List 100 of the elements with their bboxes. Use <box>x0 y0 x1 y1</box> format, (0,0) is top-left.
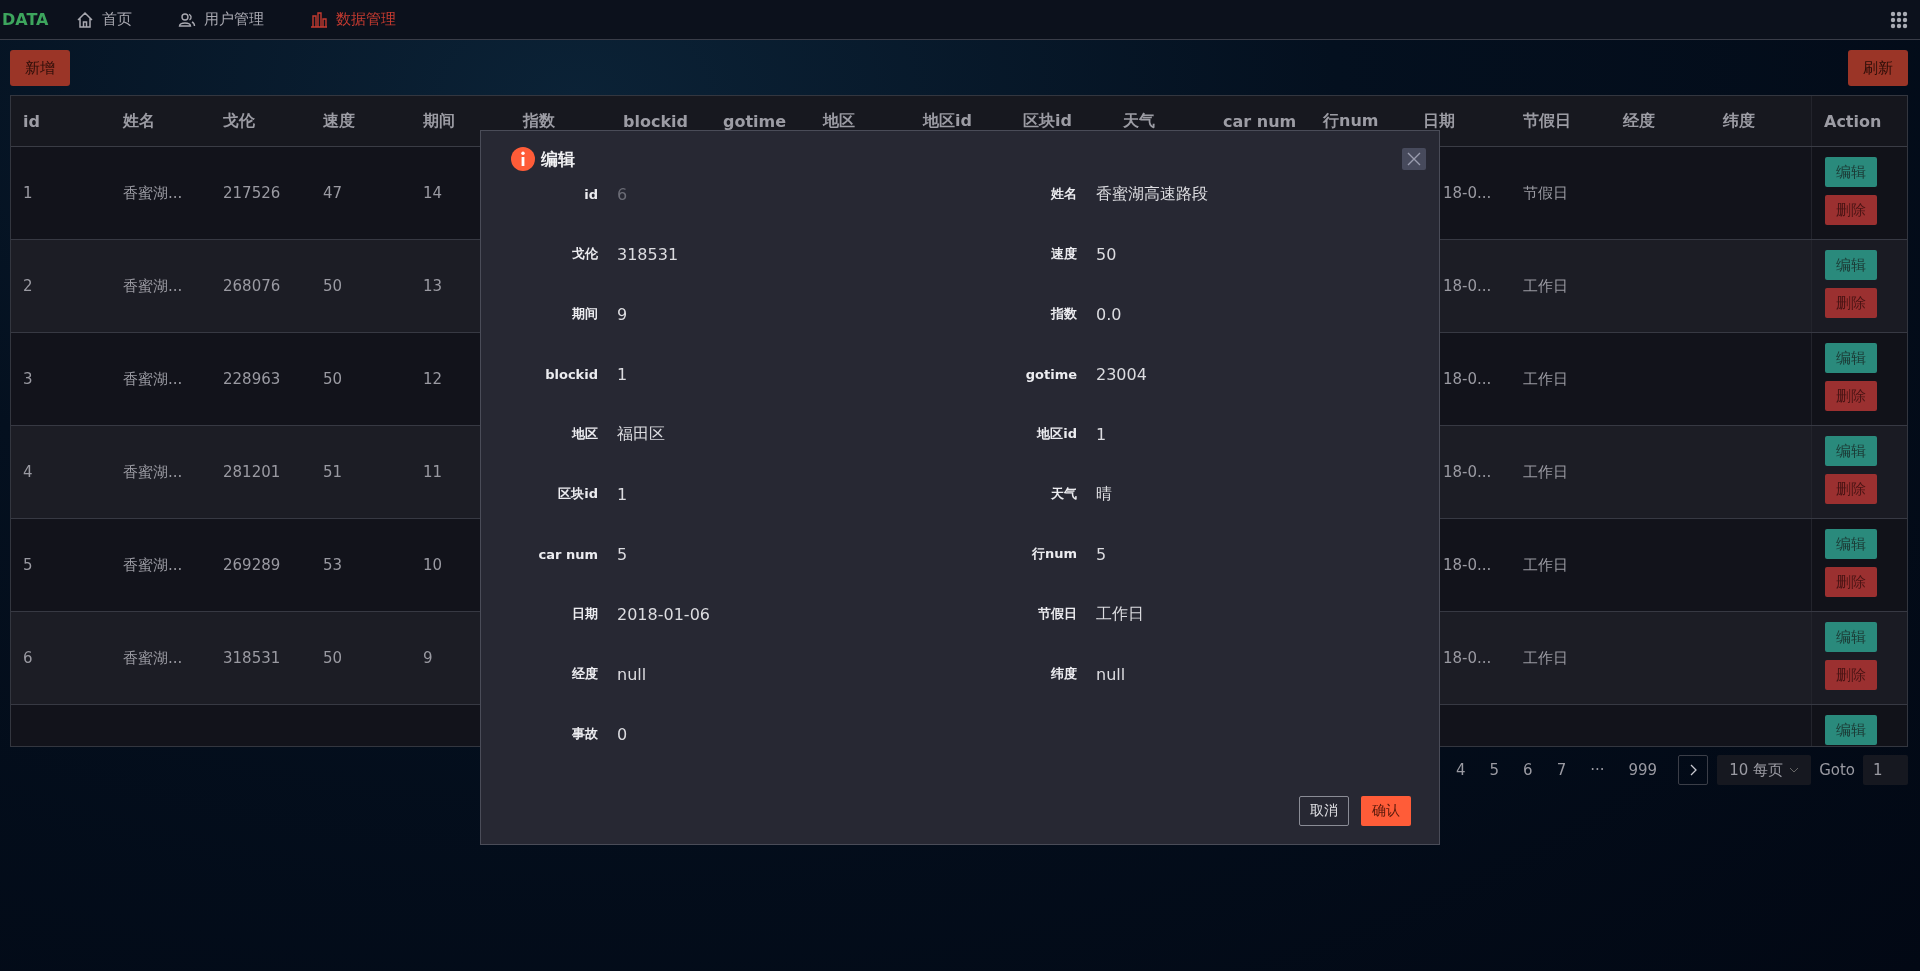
page-size-select[interactable]: 10 每页 <box>1717 755 1812 785</box>
table-cell: 香蜜湖... <box>123 555 183 575</box>
table-cell: 工作日 <box>1523 276 1568 296</box>
column-header: 天气 <box>1122 109 1156 132</box>
input-field[interactable]: 1 <box>613 480 921 508</box>
field-label: 姓名 <box>1050 185 1077 203</box>
table-cell: 工作日 <box>1523 369 1568 389</box>
column-header: 行num <box>1322 109 1380 132</box>
page-number[interactable]: 5 <box>1477 761 1512 779</box>
table-cell: 14 <box>423 184 443 202</box>
input-field[interactable]: 0.0 <box>1092 300 1400 328</box>
input-field[interactable]: 福田区 <box>613 420 921 448</box>
table-cell: 工作日 <box>1523 555 1568 575</box>
table-cell: 18-0... <box>1443 370 1492 388</box>
field-label: 纬度 <box>1050 665 1077 683</box>
input-field[interactable]: null <box>1092 660 1400 688</box>
column-header: id <box>22 110 41 133</box>
input-field[interactable]: 50 <box>1092 240 1400 268</box>
table-cell: 281201 <box>223 463 281 481</box>
goto-label: Goto <box>1819 761 1855 779</box>
column-header: 速度 <box>322 109 356 132</box>
field-label: 速度 <box>1050 245 1077 263</box>
nav-item[interactable]: 数据管理 <box>310 10 397 29</box>
table-cell: 香蜜湖... <box>123 369 183 389</box>
table-cell: 3 <box>23 370 33 388</box>
table-cell: 217526 <box>223 184 281 202</box>
input-field[interactable]: 工作日 <box>1092 600 1400 628</box>
page-number[interactable]: 6 <box>1511 761 1545 779</box>
field-label: car num <box>537 546 598 562</box>
input-field[interactable]: 5 <box>1092 540 1400 568</box>
table-cell: 269289 <box>223 556 281 574</box>
field-label: 地区id <box>1035 425 1077 443</box>
table-cell: 4 <box>23 463 33 481</box>
page-number[interactable]: ··· <box>1578 761 1617 779</box>
column-header: blockid <box>622 110 689 133</box>
input-field[interactable]: 23004 <box>1092 360 1400 388</box>
nav-item[interactable]: 首页 <box>76 10 133 29</box>
input-field[interactable]: 0 <box>613 720 921 748</box>
confirm-button[interactable]: 确认 <box>1361 796 1411 826</box>
column-header: 节假日 <box>1522 109 1572 132</box>
dialog-title: 编辑 <box>541 147 575 171</box>
table-cell: 18-0... <box>1443 184 1492 202</box>
field-label: 经度 <box>571 665 598 683</box>
table-cell: 香蜜湖... <box>123 648 183 668</box>
table-cell: 节假日 <box>1523 183 1568 203</box>
field-label: 戈伦 <box>571 245 598 263</box>
field-label: 节假日 <box>1037 605 1077 623</box>
input-field[interactable]: 香蜜湖高速路段 <box>1092 180 1400 208</box>
column-header: 日期 <box>1422 109 1456 132</box>
table-cell: 50 <box>323 277 343 295</box>
field-label: gotime <box>1024 366 1077 382</box>
column-header: 经度 <box>1622 109 1656 132</box>
input-field[interactable]: null <box>613 660 921 688</box>
nav-item[interactable]: 用户管理 <box>178 10 265 29</box>
input-field[interactable]: 9 <box>613 300 921 328</box>
table-cell: 工作日 <box>1523 648 1568 668</box>
column-header: car num <box>1222 110 1298 133</box>
table-cell: 18-0... <box>1443 556 1492 574</box>
table-cell: 10 <box>423 556 443 574</box>
table-cell: 工作日 <box>1523 462 1568 482</box>
table-cell: 18-0... <box>1443 277 1492 295</box>
page-number[interactable]: 7 <box>1544 761 1579 779</box>
cancel-button[interactable]: 取消 <box>1299 796 1349 826</box>
table-cell: 5 <box>23 556 33 574</box>
table-cell: 318531 <box>223 649 281 667</box>
table-cell: 1 <box>23 184 33 202</box>
input-field[interactable]: 1 <box>1092 420 1400 448</box>
table-cell: 18-0... <box>1443 649 1492 667</box>
table-cell: 13 <box>423 277 443 295</box>
close-button[interactable] <box>1402 148 1426 170</box>
info-icon <box>511 147 535 171</box>
input-field[interactable]: 318531 <box>613 240 921 268</box>
column-header: 地区id <box>921 109 973 132</box>
table-cell: 268076 <box>223 277 281 295</box>
table-cell: 2 <box>23 277 33 295</box>
table-cell: 6 <box>23 649 33 667</box>
table-cell: 9 <box>423 649 433 667</box>
apps-grid-icon[interactable] <box>1890 10 1908 29</box>
input-field[interactable]: 晴 <box>1092 480 1400 508</box>
input-field[interactable]: 2018-01-06 <box>613 600 921 628</box>
close-icon <box>1407 152 1421 166</box>
table-cell: 50 <box>323 370 343 388</box>
table-cell: 51 <box>323 463 343 481</box>
table-cell: 香蜜湖... <box>123 462 183 482</box>
column-header: 地区 <box>821 109 856 132</box>
input-field[interactable]: 1 <box>613 360 921 388</box>
page-number[interactable]: 4 <box>1444 761 1478 779</box>
column-header: 戈伦 <box>222 109 256 132</box>
field-label: id <box>583 186 598 202</box>
input-field[interactable]: 5 <box>613 540 921 568</box>
bar-chart-icon <box>310 11 329 28</box>
field-label: 期间 <box>571 305 598 323</box>
next-page-button[interactable] <box>1678 755 1709 785</box>
table-cell: 50 <box>323 649 343 667</box>
field-label: blockid <box>544 366 598 382</box>
table-cell: 47 <box>323 184 343 202</box>
table-cell: 11 <box>423 463 443 481</box>
page-number[interactable]: 999 <box>1616 761 1670 779</box>
goto-input[interactable]: 1 <box>1863 755 1908 785</box>
table-cell: 香蜜湖... <box>123 183 183 203</box>
